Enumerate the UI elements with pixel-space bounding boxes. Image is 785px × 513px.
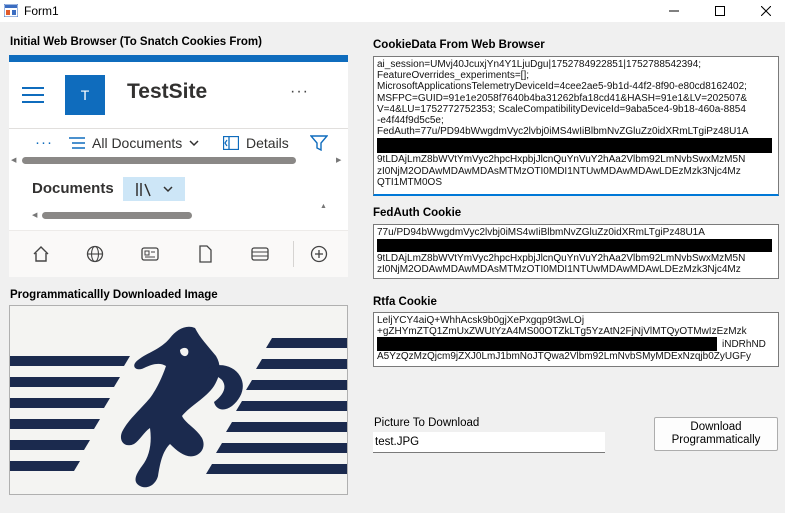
cookie-line: -e4f44f9d5c5e; xyxy=(377,115,444,127)
cookie-line: zI0NjM2ODAwMDAwMDAsMTMzOTI0MDI1NTUwMDAwM… xyxy=(377,165,741,177)
cookie-data-textbox[interactable]: ai_session=UMvj40JcuxjYn4Y1LjuDgu|175278… xyxy=(373,56,779,196)
bottom-navigation xyxy=(9,230,348,277)
rtfa-label: Rtfa Cookie xyxy=(373,296,437,308)
window-title: Form1 xyxy=(24,4,59,18)
news-icon[interactable] xyxy=(140,244,160,264)
download-button-line2: Programmatically xyxy=(671,434,761,446)
close-icon xyxy=(761,6,771,16)
scroll-right-arrow[interactable]: ▶ xyxy=(336,156,341,164)
picture-filename-input[interactable]: test.JPG xyxy=(373,432,605,453)
maximize-button[interactable] xyxy=(697,0,743,22)
library-view-switcher[interactable] xyxy=(123,177,185,201)
cookie-line: FedAuth=77u/PD94bWwgdmVyc2lvbj0iMS4wIiBl… xyxy=(377,126,749,138)
chevron-down-icon xyxy=(163,186,173,193)
site-logo[interactable]: T xyxy=(65,75,105,115)
all-documents-label: All Documents xyxy=(92,135,183,151)
fedauth-label: FedAuth Cookie xyxy=(373,207,462,219)
close-button[interactable] xyxy=(743,0,785,22)
cookie-line: ai_session=UMvj40JcuxjYn4Y1LjuDgu|175278… xyxy=(377,59,702,70)
scroll-left-arrow[interactable]: ◀ xyxy=(11,156,16,164)
cookie-line: MicrosoftApplicationsTelemetryDeviceId=4… xyxy=(377,81,747,93)
fedauth-line: 9tLDAjLmZ8bWVtYmVyc2hpcHxpbjJlcnQuYnVuY2… xyxy=(377,253,746,265)
document-icon[interactable] xyxy=(195,244,215,264)
scroll-up-arrow[interactable]: ▲ xyxy=(320,203,327,210)
list-icon[interactable] xyxy=(250,244,270,264)
fedauth-textbox[interactable]: 77u/PD94bWwgdmVyc2lvbj0iMS4wIiBlbmNvZGlu… xyxy=(373,224,779,279)
horse-logo-image xyxy=(10,306,347,494)
list-view-icon xyxy=(69,137,85,149)
app-icon xyxy=(4,4,18,17)
browser-section-label: Initial Web Browser (To Snatch Cookies F… xyxy=(10,36,262,48)
rtfa-line-tail: iNDRhND xyxy=(722,338,766,350)
filter-icon[interactable] xyxy=(310,135,328,151)
redaction-bar xyxy=(377,337,717,352)
downloaded-image-box xyxy=(9,305,348,495)
minimize-button[interactable] xyxy=(651,0,697,22)
browser-top-accent xyxy=(9,55,348,62)
site-more-button[interactable]: ··· xyxy=(290,83,309,101)
rtfa-line: A5YzQzMzQjcm9jZXJ0LmJ1bmNoJTQwa2Vlbm92Lm… xyxy=(377,351,751,363)
redaction-bar xyxy=(377,239,772,253)
download-button-line1: Download xyxy=(690,421,742,433)
redaction-bar xyxy=(377,138,772,154)
add-icon[interactable] xyxy=(309,244,329,264)
web-browser-control[interactable]: T TestSite ··· ··· All Documents Details… xyxy=(9,55,348,277)
cookie-line: QTI1MTM0OS xyxy=(377,176,443,188)
site-name[interactable]: TestSite xyxy=(127,80,207,104)
documents-title: Documents xyxy=(32,180,114,197)
cookie-data-label: CookieData From Web Browser xyxy=(373,39,545,51)
scroll-left-arrow[interactable]: ◀ xyxy=(32,211,37,219)
image-section-label: Programmaticallly Downloaded Image xyxy=(10,289,218,301)
all-documents-view-button[interactable]: All Documents xyxy=(69,135,199,151)
download-programmatically-button[interactable]: Download Programmatically xyxy=(654,417,778,451)
details-label: Details xyxy=(246,135,289,151)
command-more-button[interactable]: ··· xyxy=(35,134,53,151)
command-bar-scrollbar[interactable] xyxy=(22,157,296,164)
cookie-line: V=4&LU=1752772752353; ScaleCompatibility… xyxy=(377,103,746,115)
nav-divider xyxy=(293,241,294,267)
maximize-icon xyxy=(715,6,725,16)
cookie-line: FeatureOverrides_experiments=[]; xyxy=(377,70,530,82)
rtfa-line: +gZHYmZTQ1ZmUxZWUtYzA4MS00OTZkLTg5YzAtN2… xyxy=(377,326,747,338)
header-divider xyxy=(9,128,348,129)
documents-scrollbar[interactable] xyxy=(42,212,192,219)
rtfa-line: LeljYCY4aiQ+WhhAcsk9b0gjXePxgqp9t3wLOj xyxy=(377,315,585,326)
details-button[interactable]: Details xyxy=(223,135,289,151)
chevron-down-icon xyxy=(189,140,199,147)
cookie-line: MSFPC=GUID=91e1e2058f7640b4ba31262bfa18c… xyxy=(377,92,748,104)
fedauth-line: zI0NjM2ODAwMDAwMDAsMTMzOTI0MDI1NTUwMDAwM… xyxy=(377,264,741,276)
cookie-line: 9tLDAjLmZ8bWVtYmVyc2hpcHxpbjJlcnQuYnVuY2… xyxy=(377,154,746,166)
library-icon xyxy=(136,183,151,197)
details-pane-icon xyxy=(223,136,239,150)
title-bar: Form1 xyxy=(0,0,785,22)
globe-icon[interactable] xyxy=(85,244,105,264)
fedauth-line: 77u/PD94bWwgdmVyc2lvbj0iMS4wIiBlbmNvZGlu… xyxy=(377,227,705,238)
hamburger-menu-icon[interactable] xyxy=(22,87,44,103)
home-icon[interactable] xyxy=(31,244,51,264)
rtfa-redacted-row: iNDRhND xyxy=(377,337,775,352)
minimize-icon xyxy=(669,10,679,12)
rtfa-textbox[interactable]: LeljYCY4aiQ+WhhAcsk9b0gjXePxgqp9t3wLOj +… xyxy=(373,312,779,367)
picture-to-download-label: Picture To Download xyxy=(374,417,480,429)
